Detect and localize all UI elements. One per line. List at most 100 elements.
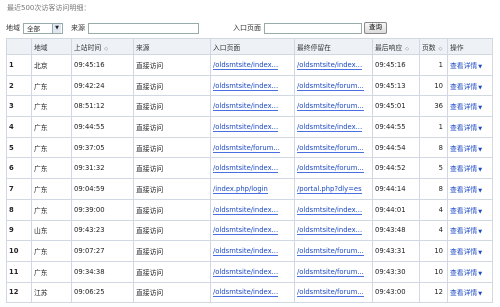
column-header-label: 最终停留在 [297,43,331,52]
page-link[interactable]: /oldsmtsite/index... [297,122,363,132]
row-arrival-time: 09:06:25 [71,281,134,304]
row-arrival-time: 09:43:23 [71,219,134,242]
row-last-response: 09:44:55 [372,116,420,138]
row-source: 直接访问 [133,74,211,97]
page-link[interactable]: /oldsmtsite/index... [297,205,363,215]
row-arrival-time: 09:42:24 [71,74,134,97]
page-link[interactable]: /oldsmtsite/index... [213,267,279,277]
row-last-response: 09:44:14 [372,178,420,200]
row-last-page: /oldsmtsite/forum... [294,157,373,180]
table-header: 地域 上站时间 ◇ 来源 入口页面 最终停留在 最后响应 ◇ 页数 ◇ 操作 [6,38,493,55]
view-details-link[interactable]: 查看详情▼ [447,219,493,242]
page-link[interactable]: /oldsmtsite/index... [213,205,279,215]
table-row: 3 广东 08:51:12 直接访问/oldsmtsite/index... /olds… [6,95,493,118]
page-link[interactable]: /oldsmtsite/index... [213,60,279,70]
sort-icon[interactable]: ◇ [104,46,108,52]
row-source: 直接访问 [133,178,211,200]
sort-icon[interactable]: ◇ [405,46,409,52]
view-details-link[interactable]: 查看详情▼ [447,178,493,200]
page-link[interactable]: /oldsmtsite/index... [213,288,279,298]
view-details-label: 查看详情 [450,82,478,91]
page-link[interactable]: /oldsmtsite/index... [213,226,279,236]
row-entry-page: /oldsmtsite/index... [210,240,295,262]
row-entry-page: /oldsmtsite/index... [210,157,295,180]
page-link[interactable]: /index.php/login [213,184,268,194]
page-link[interactable]: /oldsmtsite/forum... [213,143,280,153]
row-page-count: 10 [419,74,448,97]
column-header: 地域 [31,38,72,55]
view-details-label: 查看详情 [450,268,478,277]
view-details-link[interactable]: 查看详情▼ [447,198,493,221]
source-input[interactable] [88,22,199,34]
region-select[interactable]: 全部 ▼ [23,22,63,34]
chevron-down-icon: ▼ [478,270,483,277]
row-arrival-time: 09:37:05 [71,136,134,159]
page-link[interactable]: /oldsmtsite/index... [213,122,279,132]
view-details-link[interactable]: 查看详情▼ [447,240,493,262]
row-page-count: 8 [419,136,448,159]
row-last-response: 09:43:30 [372,260,420,283]
entry-page-label: 入口页面 [233,24,261,32]
column-header-label: 地域 [34,43,48,52]
view-details-link[interactable]: 查看详情▼ [447,157,493,180]
page-link[interactable]: /oldsmtsite/index... [213,81,279,91]
view-details-link[interactable]: 查看详情▼ [447,281,493,304]
visitor-log-page: 最近500次访客访问明细： 地域 全部 ▼ 来源 入口页面 查询 地域 上站时间 ◇… [0,0,500,307]
view-details-link[interactable]: 查看详情▼ [447,136,493,159]
page-link[interactable]: /oldsmtsite/forum... [297,267,364,277]
row-region: 山东 [31,219,72,242]
row-entry-page: /oldsmtsite/forum... [210,136,295,159]
column-header[interactable]: 页数 ◇ [419,38,448,55]
row-entry-page: /oldsmtsite/index... [210,95,295,118]
page-link[interactable]: /oldsmtsite/forum... [297,143,364,153]
row-source: 直接访问 [133,136,211,159]
chevron-down-icon: ▼ [478,167,483,174]
page-link[interactable]: /oldsmtsite/forum... [297,102,364,112]
row-last-page: /oldsmtsite/index... [294,116,373,138]
page-link[interactable]: /oldsmtsite/forum... [297,164,364,174]
page-link[interactable]: /oldsmtsite/forum... [297,81,364,91]
row-region: 广东 [31,95,72,118]
row-region: 广东 [31,157,72,180]
row-page-count: 10 [419,260,448,283]
page-link[interactable]: /oldsmtsite/forum... [297,288,364,298]
sort-icon[interactable]: ◇ [439,46,443,52]
view-details-link[interactable]: 查看详情▼ [447,260,493,283]
row-last-response: 09:44:52 [372,157,420,180]
row-arrival-time: 09:39:00 [71,198,134,221]
row-source: 直接访问 [133,219,211,242]
column-header: 来源 [133,38,211,55]
query-button[interactable]: 查询 [364,22,387,34]
row-arrival-time: 09:07:27 [71,240,134,262]
page-link[interactable]: /oldsmtsite/index... [213,164,279,174]
entry-page-input[interactable] [264,22,362,34]
row-index: 9 [6,219,32,242]
row-region: 广东 [31,198,72,221]
page-link[interactable]: /oldsmtsite/index... [297,60,363,70]
table-row: 7 广东 09:04:59 直接访问/index.php/login/portal.p… [6,178,493,200]
view-details-link[interactable]: 查看详情▼ [447,54,493,76]
row-entry-page: /oldsmtsite/index... [210,281,295,304]
view-details-label: 查看详情 [450,248,478,257]
page-link[interactable]: /oldsmtsite/index... [297,226,363,236]
row-index: 5 [6,136,32,159]
page-link[interactable]: /portal.php?dly=es [297,184,362,194]
view-details-label: 查看详情 [450,206,478,215]
chevron-down-icon: ▼ [478,229,483,236]
view-details-link[interactable]: 查看详情▼ [447,116,493,138]
row-page-count: 10 [419,240,448,262]
table-row: 10 广东 09:07:27 直接访问/oldsmtsite/index.../old… [6,240,493,262]
chevron-down-icon: ▼ [478,84,483,91]
view-details-link[interactable]: 查看详情▼ [447,74,493,97]
column-header[interactable]: 最后响应 ◇ [372,38,420,55]
row-last-page: /oldsmtsite/forum... [294,136,373,159]
page-link[interactable]: /oldsmtsite/index... [213,247,279,257]
column-header-label: 操作 [450,43,464,52]
view-details-link[interactable]: 查看详情▼ [447,95,493,118]
page-link[interactable]: /oldsmtsite/index... [213,102,279,112]
page-link[interactable]: /oldsmtsite/forum... [297,247,364,257]
chevron-down-icon: ▼ [478,250,483,257]
column-header[interactable]: 上站时间 ◇ [71,38,134,55]
row-source: 直接访问 [133,157,211,180]
row-last-page: /oldsmtsite/forum... [294,260,373,283]
